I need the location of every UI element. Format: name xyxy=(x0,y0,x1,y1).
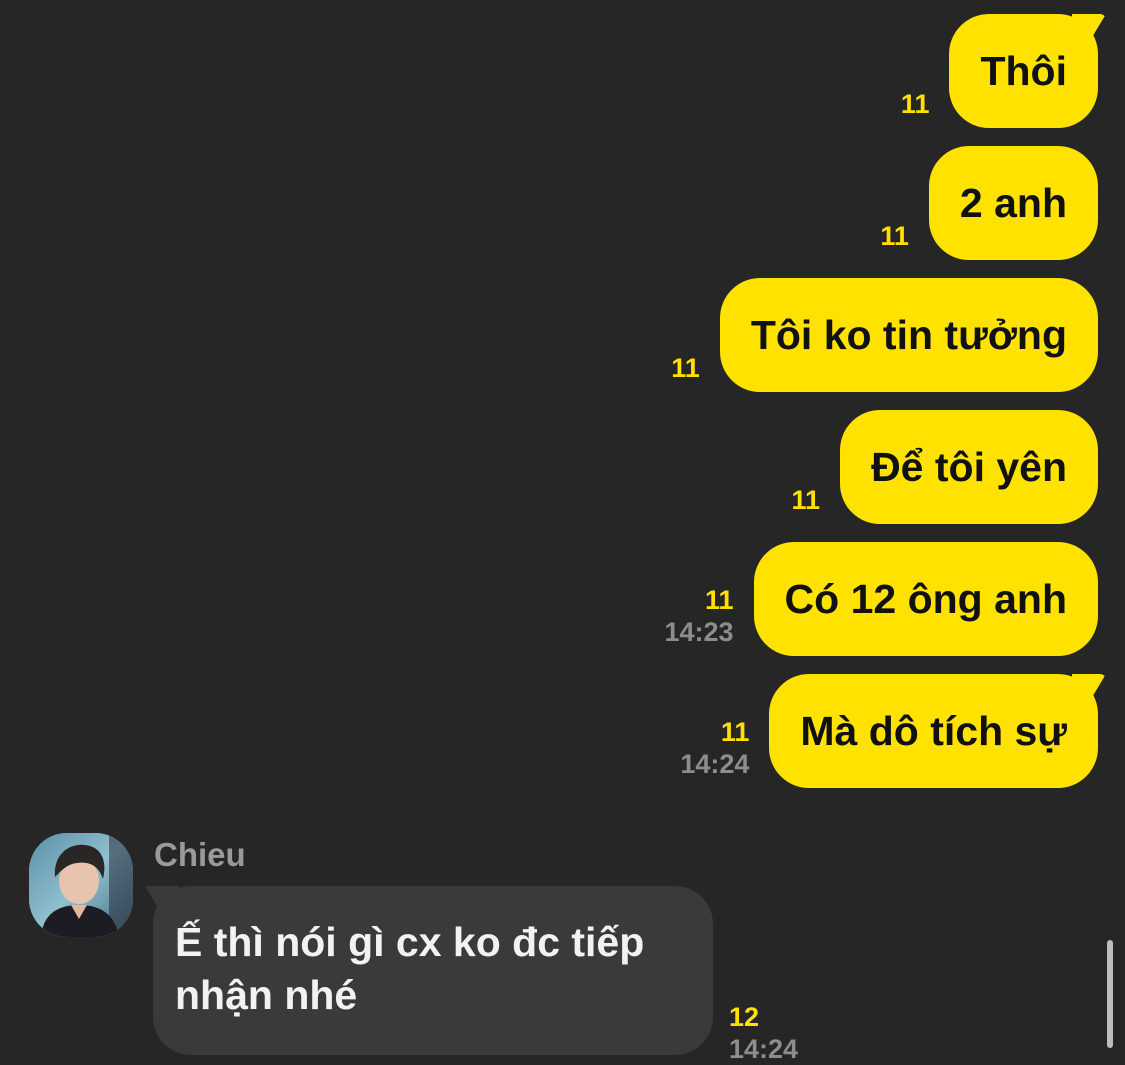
chat-area[interactable]: 11 Thôi 11 2 anh 11 Tôi ko tin tưởng 11 … xyxy=(0,0,1125,1064)
message-bubble-outgoing[interactable]: Để tôi yên xyxy=(840,410,1098,524)
message-row-outgoing: 11 Thôi xyxy=(901,14,1098,128)
message-row-outgoing: 11 Để tôi yên xyxy=(792,410,1098,524)
message-meta: 11 14:24 xyxy=(680,716,749,780)
sender-avatar[interactable] xyxy=(29,833,133,937)
message-row-outgoing: 11 14:23 Có 12 ông anh xyxy=(664,542,1098,656)
message-bubble-outgoing[interactable]: 2 anh xyxy=(928,146,1098,260)
message-bubble-outgoing[interactable]: Mà dô tích sự xyxy=(769,674,1098,788)
unread-count: 11 xyxy=(671,353,700,383)
message-timestamp: 14:24 xyxy=(680,749,750,779)
message-meta: 11 xyxy=(792,484,821,516)
message-row-incoming: Ế thì nói gì cx ko đc tiếp nhận nhé 12 1… xyxy=(153,886,798,1064)
message-row-outgoing: 11 2 anh xyxy=(880,146,1098,260)
message-row-outgoing: 11 14:24 Mà dô tích sự xyxy=(680,674,1098,788)
message-bubble-incoming[interactable]: Ế thì nói gì cx ko đc tiếp nhận nhé xyxy=(153,886,713,1055)
unread-count: 11 xyxy=(720,717,750,747)
unread-count: 11 xyxy=(880,221,909,251)
unread-count: 11 xyxy=(791,485,821,515)
message-timestamp: 14:24 xyxy=(729,1034,799,1064)
message-timestamp: 14:23 xyxy=(664,617,734,647)
message-meta: 11 14:23 xyxy=(664,584,733,648)
message-bubble-outgoing[interactable]: Thôi xyxy=(949,14,1098,128)
message-meta: 12 14:24 xyxy=(729,1001,798,1065)
message-row-outgoing: 11 Tôi ko tin tưởng xyxy=(671,278,1098,392)
message-meta: 11 xyxy=(880,220,909,252)
unread-count: 11 xyxy=(900,89,930,119)
message-meta: 11 xyxy=(671,352,700,384)
message-meta: 11 xyxy=(901,88,930,120)
sender-name[interactable]: Chieu xyxy=(154,836,246,874)
message-bubble-outgoing[interactable]: Có 12 ông anh xyxy=(753,542,1098,656)
profile-photo-icon xyxy=(29,833,133,937)
scrollbar[interactable] xyxy=(1107,940,1113,1048)
unread-count: 12 xyxy=(729,1002,760,1032)
unread-count: 11 xyxy=(704,585,734,615)
message-bubble-outgoing[interactable]: Tôi ko tin tưởng xyxy=(719,278,1098,392)
